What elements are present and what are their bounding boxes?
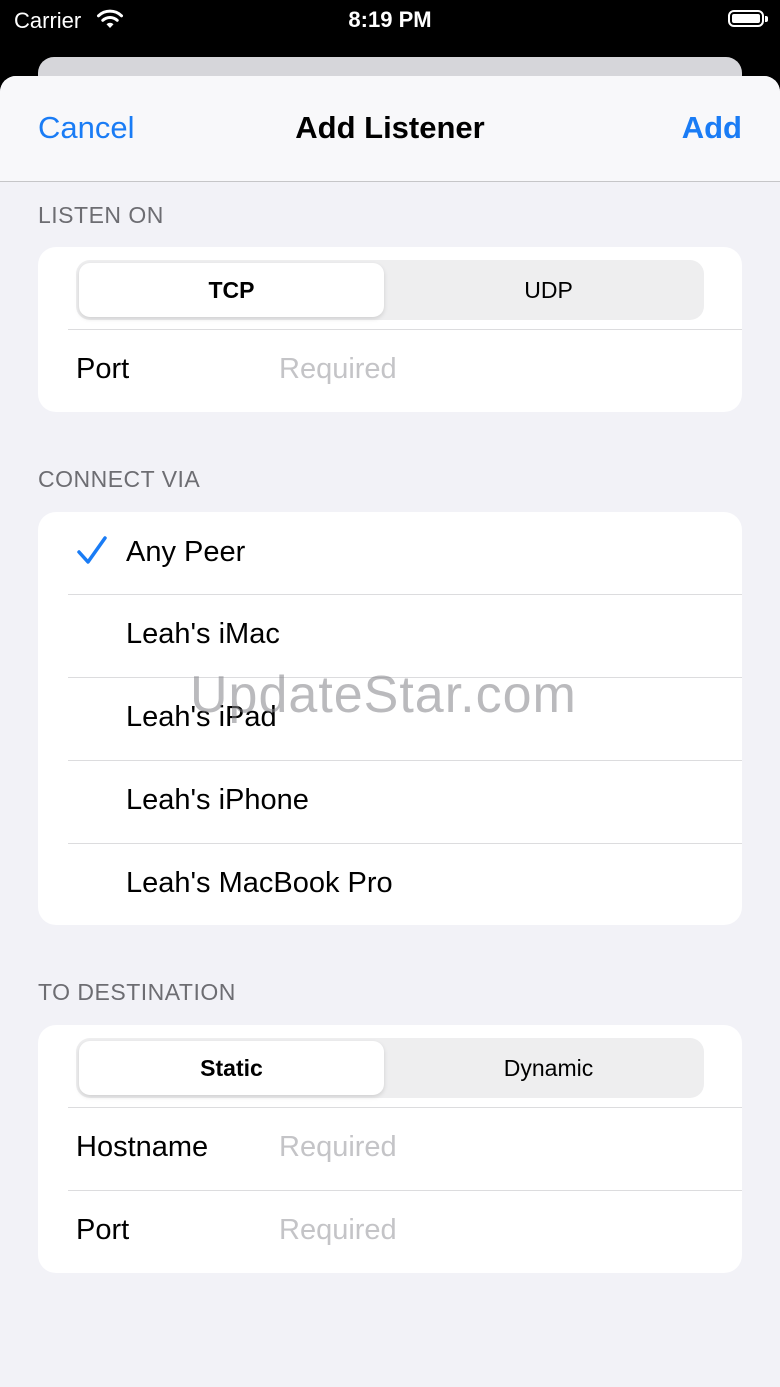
battery-icon xyxy=(728,10,768,27)
add-listener-sheet: Cancel Add Listener Add LISTEN ON TCP UD… xyxy=(0,76,780,1387)
listen-port-field[interactable] xyxy=(279,347,699,391)
segment-dynamic[interactable]: Dynamic xyxy=(396,1041,701,1095)
destination-port-row: Port xyxy=(38,1190,742,1272)
divider xyxy=(68,1190,742,1191)
listen-on-header: LISTEN ON xyxy=(38,202,164,228)
segment-udp[interactable]: UDP xyxy=(396,263,701,317)
hostname-row: Hostname xyxy=(38,1107,742,1189)
peer-label: Leah's iPhone xyxy=(126,784,309,816)
segment-static[interactable]: Static xyxy=(79,1041,384,1095)
divider xyxy=(68,760,742,761)
peer-row-iphone[interactable]: Leah's iPhone xyxy=(38,760,742,842)
peer-label: Any Peer xyxy=(126,536,246,568)
peer-row-imac[interactable]: Leah's iMac xyxy=(38,594,742,676)
listen-on-card: TCP UDP Port xyxy=(38,247,742,412)
peer-label: Leah's iMac xyxy=(126,618,280,650)
status-bar: Carrier 8:19 PM xyxy=(0,0,780,56)
divider xyxy=(68,843,742,844)
divider xyxy=(68,1107,742,1108)
protocol-segmented-control: TCP UDP xyxy=(76,260,704,320)
destination-port-field[interactable] xyxy=(279,1208,699,1252)
divider xyxy=(68,329,742,330)
peer-label: Leah's MacBook Pro xyxy=(126,867,393,899)
segment-tcp[interactable]: TCP xyxy=(79,263,384,317)
peer-row-any[interactable]: Any Peer xyxy=(38,512,742,594)
peer-row-macbook[interactable]: Leah's MacBook Pro xyxy=(38,843,742,925)
add-button[interactable]: Add xyxy=(682,110,742,146)
watermark: UpdateStar.com xyxy=(190,666,577,724)
hostname-field[interactable] xyxy=(279,1125,699,1169)
clock: 8:19 PM xyxy=(348,7,432,32)
listen-port-row: Port xyxy=(38,329,742,411)
port-label: Port xyxy=(76,353,130,385)
page-title: Add Listener xyxy=(295,110,485,145)
port-label: Port xyxy=(76,1214,130,1246)
checkmark-icon xyxy=(76,534,108,568)
hostname-label: Hostname xyxy=(76,1131,209,1163)
destination-header: TO DESTINATION xyxy=(38,979,236,1005)
connect-via-header: CONNECT VIA xyxy=(38,466,201,492)
destination-mode-segmented-control: Static Dynamic xyxy=(76,1038,704,1098)
divider xyxy=(68,594,742,595)
destination-card: Static Dynamic Hostname Port xyxy=(38,1025,742,1273)
navigation-bar: Cancel Add Listener Add xyxy=(0,76,780,182)
